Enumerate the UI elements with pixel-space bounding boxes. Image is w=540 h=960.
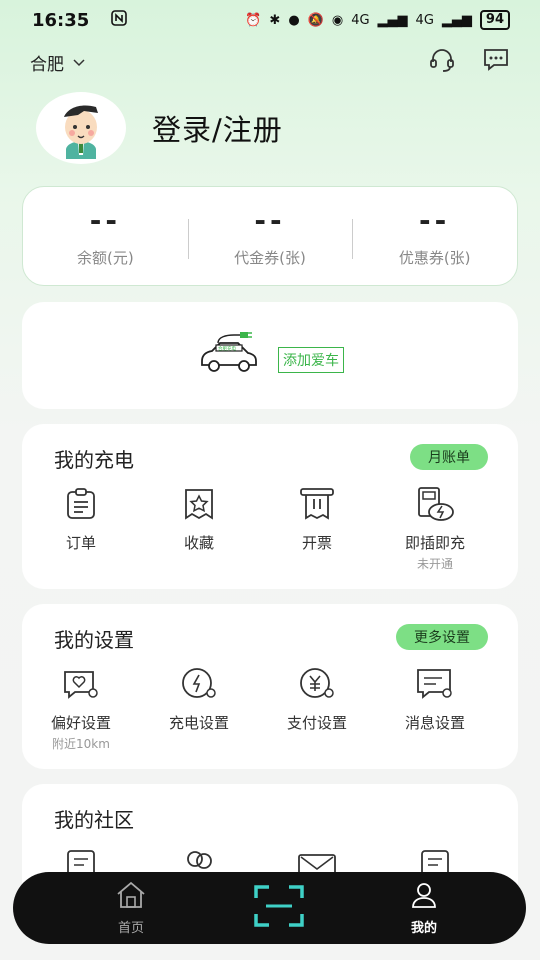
network-label-2: 4G [415,12,434,28]
headset-icon[interactable] [428,46,456,78]
plug-charge-icon [415,484,455,524]
section-title: 我的充电 [54,448,134,472]
plug-and-charge-entry[interactable]: 即插即充 未开通 [376,484,494,572]
city-selector[interactable]: 合肥 [30,50,86,75]
home-icon [115,881,147,913]
coupon-stat[interactable]: -- 优惠券(张) [352,187,517,285]
my-settings-section: 我的设置 更多设置 偏好设置 附近10km 充电设置 支付设置 消息设置 [22,604,518,769]
top-bar: 合肥 [30,46,510,78]
invoice-label: 开票 [301,534,332,552]
car-charging-icon: 合肥充电 [196,331,260,381]
more-settings-button[interactable]: 更多设置 [396,624,488,650]
user-icon [410,881,438,913]
status-time: 16:35 [32,9,90,31]
car-text: 合肥充电 [218,345,236,352]
network-label-1: 4G [351,12,370,28]
message-icon[interactable] [482,47,510,77]
avatar[interactable] [36,92,126,164]
bluetooth-icon: ✱ [269,12,281,28]
message-settings-icon [415,664,455,704]
nav-scan[interactable] [253,884,305,932]
preference-settings-entry[interactable]: 偏好设置 附近10km [22,664,140,752]
charging-settings-label: 充电设置 [168,714,229,732]
alarm-icon: ⏰ [245,12,262,28]
favorites-label: 收藏 [183,534,214,552]
city-label: 合肥 [30,54,64,75]
login-register-link[interactable]: 登录/注册 [152,107,283,149]
signal-icon: ▂▄▆ [377,12,408,28]
section-title: 我的社区 [54,808,134,832]
section-title: 我的设置 [54,628,134,652]
charging-settings-entry[interactable]: 充电设置 [140,664,258,752]
orders-entry[interactable]: 订单 [22,484,140,572]
wallet-stats-card: -- 余额(元) -- 代金券(张) -- 优惠券(张) [22,186,518,286]
plug-and-charge-status: 未开通 [416,557,453,571]
receipt-icon [297,484,337,524]
preference-settings-sub: 附近10km [52,737,110,751]
plug-and-charge-label: 即插即充 [404,534,465,552]
invoice-entry[interactable]: 开票 [258,484,376,572]
location-icon: ● [288,12,300,28]
profile-header[interactable]: 登录/注册 [36,92,283,164]
coupon-label: 优惠券(张) [398,249,471,267]
voucher-label: 代金券(张) [234,249,306,267]
nav-home-label: 首页 [117,920,144,936]
bottom-nav: 首页 我的 [13,872,526,944]
payment-settings-label: 支付设置 [286,714,347,732]
hotspot-icon: ◉ [331,12,344,28]
lightning-settings-icon [179,664,219,704]
payment-settings-entry[interactable]: 支付设置 [258,664,376,752]
star-bookmark-icon [179,484,219,524]
status-bar: 16:35 ⏰ ✱ ● 🔕 ◉ 4G ▂▄▆ 4G ▂▄▆ 94 [0,0,540,40]
balance-label: 余额(元) [76,249,134,267]
balance-stat[interactable]: -- 余额(元) [23,187,188,285]
voucher-stat[interactable]: -- 代金券(张) [187,187,353,285]
coupon-value: -- [419,204,451,237]
nav-mine[interactable]: 我的 [410,881,438,936]
order-icon [61,484,101,524]
monthly-bill-button[interactable]: 月账单 [410,444,488,470]
orders-label: 订单 [65,534,96,552]
nav-home[interactable]: 首页 [115,881,147,936]
message-settings-entry[interactable]: 消息设置 [376,664,494,752]
add-car-card[interactable]: 合肥充电 添加爱车 [22,302,518,409]
my-charging-section: 我的充电 月账单 订单 收藏 开票 即插即充 未开通 [22,424,518,589]
scan-icon [253,884,305,932]
heart-settings-icon [61,664,101,704]
battery-level: 94 [479,10,510,30]
balance-value: -- [89,204,121,237]
yuan-settings-icon [297,664,337,704]
favorites-entry[interactable]: 收藏 [140,484,258,572]
voucher-value: -- [254,204,286,237]
nav-mine-label: 我的 [410,920,437,936]
mute-icon: 🔕 [307,12,324,28]
message-settings-label: 消息设置 [404,714,465,732]
preference-settings-label: 偏好设置 [50,714,111,732]
signal-icon-2: ▂▄▆ [441,12,472,28]
chevron-down-icon [72,52,86,72]
add-car-button[interactable]: 添加爱车 [278,346,344,373]
nfc-icon [111,9,128,31]
